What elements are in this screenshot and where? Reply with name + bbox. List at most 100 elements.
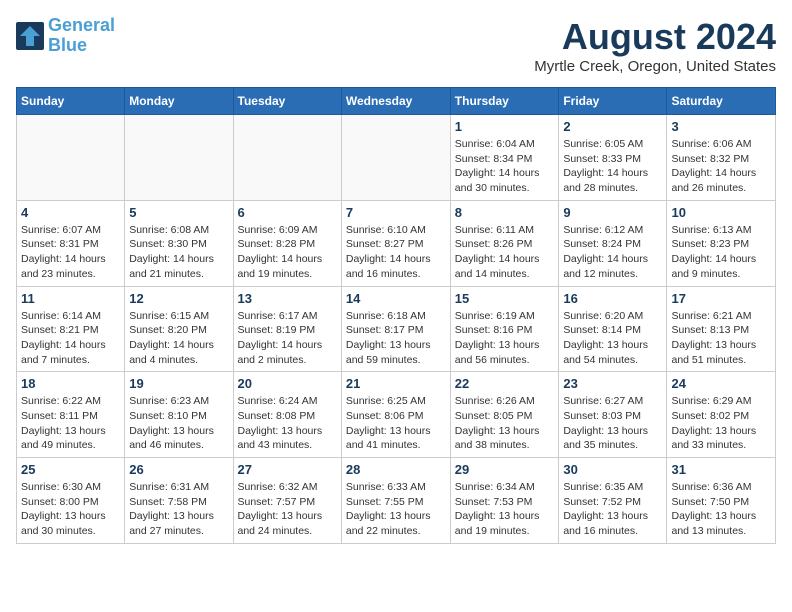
- calendar-cell: 14 Sunrise: 6:18 AM Sunset: 8:17 PM Dayli…: [341, 286, 450, 372]
- day-info: Sunrise: 6:17 AM Sunset: 8:19 PM Dayligh…: [238, 309, 337, 368]
- calendar-cell: 8 Sunrise: 6:11 AM Sunset: 8:26 PM Daylig…: [450, 200, 559, 286]
- day-number: 1: [455, 119, 555, 134]
- day-number: 5: [129, 205, 228, 220]
- day-number: 16: [563, 291, 662, 306]
- calendar-cell: 9Sunrise: 6:12 AM Sunset: 8:24 PM Daylig…: [559, 200, 667, 286]
- calendar-cell: 26 Sunrise: 6:31 AM Sunset: 7:58 PM Dayli…: [125, 458, 233, 544]
- day-info: Sunrise: 6:09 AM Sunset: 8:28 PM Dayligh…: [238, 223, 337, 282]
- calendar-cell: 1 Sunrise: 6:04 AM Sunset: 8:34 PM Daylig…: [450, 115, 559, 201]
- calendar-cell: [233, 115, 341, 201]
- weekday-header: Monday: [125, 88, 233, 115]
- calendar-cell: 3Sunrise: 6:06 AM Sunset: 8:32 PM Daylig…: [667, 115, 776, 201]
- day-info: Sunrise: 6:08 AM Sunset: 8:30 PM Dayligh…: [129, 223, 228, 282]
- day-info: Sunrise: 6:04 AM Sunset: 8:34 PM Dayligh…: [455, 137, 555, 196]
- day-number: 3: [671, 119, 771, 134]
- day-info: Sunrise: 6:20 AM Sunset: 8:14 PM Dayligh…: [563, 309, 662, 368]
- day-number: 14: [346, 291, 446, 306]
- calendar-cell: 2Sunrise: 6:05 AM Sunset: 8:33 PM Daylig…: [559, 115, 667, 201]
- day-info: Sunrise: 6:18 AM Sunset: 8:17 PM Dayligh…: [346, 309, 446, 368]
- calendar-week-row: 4 Sunrise: 6:07 AM Sunset: 8:31 PM Daylig…: [17, 200, 776, 286]
- calendar-cell: 31 Sunrise: 6:36 AM Sunset: 7:50 PM Dayli…: [667, 458, 776, 544]
- calendar-week-row: 11Sunrise: 6:14 AM Sunset: 8:21 PM Dayli…: [17, 286, 776, 372]
- day-info: Sunrise: 6:31 AM Sunset: 7:58 PM Dayligh…: [129, 480, 228, 539]
- calendar-cell: 7 Sunrise: 6:10 AM Sunset: 8:27 PM Daylig…: [341, 200, 450, 286]
- calendar-cell: [125, 115, 233, 201]
- day-number: 11: [21, 291, 120, 306]
- day-number: 18: [21, 376, 120, 391]
- calendar-cell: 27Sunrise: 6:32 AM Sunset: 7:57 PM Dayli…: [233, 458, 341, 544]
- day-number: 13: [238, 291, 337, 306]
- day-number: 30: [563, 462, 662, 477]
- weekday-header: Thursday: [450, 88, 559, 115]
- day-number: 4: [21, 205, 120, 220]
- title-area: August 2024 Myrtle Creek, Oregon, United…: [534, 16, 776, 75]
- day-info: Sunrise: 6:29 AM Sunset: 8:02 PM Dayligh…: [671, 394, 771, 453]
- day-info: Sunrise: 6:21 AM Sunset: 8:13 PM Dayligh…: [671, 309, 771, 368]
- calendar-header-row: SundayMondayTuesdayWednesdayThursdayFrid…: [17, 88, 776, 115]
- day-number: 26: [129, 462, 228, 477]
- calendar-cell: 24 Sunrise: 6:29 AM Sunset: 8:02 PM Dayli…: [667, 372, 776, 458]
- day-info: Sunrise: 6:10 AM Sunset: 8:27 PM Dayligh…: [346, 223, 446, 282]
- day-info: Sunrise: 6:13 AM Sunset: 8:23 PM Dayligh…: [671, 223, 771, 282]
- calendar-cell: 4 Sunrise: 6:07 AM Sunset: 8:31 PM Daylig…: [17, 200, 125, 286]
- calendar-cell: 21Sunrise: 6:25 AM Sunset: 8:06 PM Dayli…: [341, 372, 450, 458]
- calendar-cell: 22 Sunrise: 6:26 AM Sunset: 8:05 PM Dayli…: [450, 372, 559, 458]
- day-info: Sunrise: 6:05 AM Sunset: 8:33 PM Dayligh…: [563, 137, 662, 196]
- calendar-week-row: 25Sunrise: 6:30 AM Sunset: 8:00 PM Dayli…: [17, 458, 776, 544]
- day-number: 12: [129, 291, 228, 306]
- day-info: Sunrise: 6:32 AM Sunset: 7:57 PM Dayligh…: [238, 480, 337, 539]
- day-number: 10: [671, 205, 771, 220]
- weekday-header: Saturday: [667, 88, 776, 115]
- logo-text: General Blue: [48, 16, 115, 56]
- weekday-header: Tuesday: [233, 88, 341, 115]
- calendar-cell: 12 Sunrise: 6:15 AM Sunset: 8:20 PM Dayli…: [125, 286, 233, 372]
- day-number: 28: [346, 462, 446, 477]
- calendar-cell: 15 Sunrise: 6:19 AM Sunset: 8:16 PM Dayli…: [450, 286, 559, 372]
- calendar-cell: 13 Sunrise: 6:17 AM Sunset: 8:19 PM Dayli…: [233, 286, 341, 372]
- calendar-cell: 28 Sunrise: 6:33 AM Sunset: 7:55 PM Dayli…: [341, 458, 450, 544]
- day-info: Sunrise: 6:36 AM Sunset: 7:50 PM Dayligh…: [671, 480, 771, 539]
- header: General Blue August 2024 Myrtle Creek, O…: [16, 16, 776, 75]
- day-info: Sunrise: 6:26 AM Sunset: 8:05 PM Dayligh…: [455, 394, 555, 453]
- day-number: 19: [129, 376, 228, 391]
- day-info: Sunrise: 6:33 AM Sunset: 7:55 PM Dayligh…: [346, 480, 446, 539]
- calendar-cell: 25Sunrise: 6:30 AM Sunset: 8:00 PM Dayli…: [17, 458, 125, 544]
- day-number: 8: [455, 205, 555, 220]
- day-number: 7: [346, 205, 446, 220]
- month-year-title: August 2024: [534, 16, 776, 58]
- day-info: Sunrise: 6:15 AM Sunset: 8:20 PM Dayligh…: [129, 309, 228, 368]
- calendar-table: SundayMondayTuesdayWednesdayThursdayFrid…: [16, 87, 776, 544]
- day-info: Sunrise: 6:23 AM Sunset: 8:10 PM Dayligh…: [129, 394, 228, 453]
- day-number: 20: [238, 376, 337, 391]
- day-number: 29: [455, 462, 555, 477]
- day-info: Sunrise: 6:07 AM Sunset: 8:31 PM Dayligh…: [21, 223, 120, 282]
- day-info: Sunrise: 6:24 AM Sunset: 8:08 PM Dayligh…: [238, 394, 337, 453]
- calendar-cell: 5 Sunrise: 6:08 AM Sunset: 8:30 PM Daylig…: [125, 200, 233, 286]
- location-subtitle: Myrtle Creek, Oregon, United States: [534, 58, 776, 75]
- day-info: Sunrise: 6:27 AM Sunset: 8:03 PM Dayligh…: [563, 394, 662, 453]
- day-number: 23: [563, 376, 662, 391]
- calendar-cell: 17Sunrise: 6:21 AM Sunset: 8:13 PM Dayli…: [667, 286, 776, 372]
- day-number: 22: [455, 376, 555, 391]
- day-number: 6: [238, 205, 337, 220]
- calendar-week-row: 1 Sunrise: 6:04 AM Sunset: 8:34 PM Daylig…: [17, 115, 776, 201]
- weekday-header: Friday: [559, 88, 667, 115]
- day-number: 31: [671, 462, 771, 477]
- day-number: 21: [346, 376, 446, 391]
- calendar-cell: 18 Sunrise: 6:22 AM Sunset: 8:11 PM Dayli…: [17, 372, 125, 458]
- calendar-cell: 11Sunrise: 6:14 AM Sunset: 8:21 PM Dayli…: [17, 286, 125, 372]
- day-number: 9: [563, 205, 662, 220]
- day-info: Sunrise: 6:19 AM Sunset: 8:16 PM Dayligh…: [455, 309, 555, 368]
- calendar-cell: 16 Sunrise: 6:20 AM Sunset: 8:14 PM Dayli…: [559, 286, 667, 372]
- logo: General Blue: [16, 16, 115, 56]
- day-number: 24: [671, 376, 771, 391]
- day-number: 15: [455, 291, 555, 306]
- calendar-cell: 19 Sunrise: 6:23 AM Sunset: 8:10 PM Dayli…: [125, 372, 233, 458]
- day-info: Sunrise: 6:35 AM Sunset: 7:52 PM Dayligh…: [563, 480, 662, 539]
- day-info: Sunrise: 6:11 AM Sunset: 8:26 PM Dayligh…: [455, 223, 555, 282]
- calendar-cell: [17, 115, 125, 201]
- calendar-cell: 6 Sunrise: 6:09 AM Sunset: 8:28 PM Daylig…: [233, 200, 341, 286]
- day-info: Sunrise: 6:22 AM Sunset: 8:11 PM Dayligh…: [21, 394, 120, 453]
- logo-icon: [16, 22, 44, 50]
- calendar-week-row: 18 Sunrise: 6:22 AM Sunset: 8:11 PM Dayli…: [17, 372, 776, 458]
